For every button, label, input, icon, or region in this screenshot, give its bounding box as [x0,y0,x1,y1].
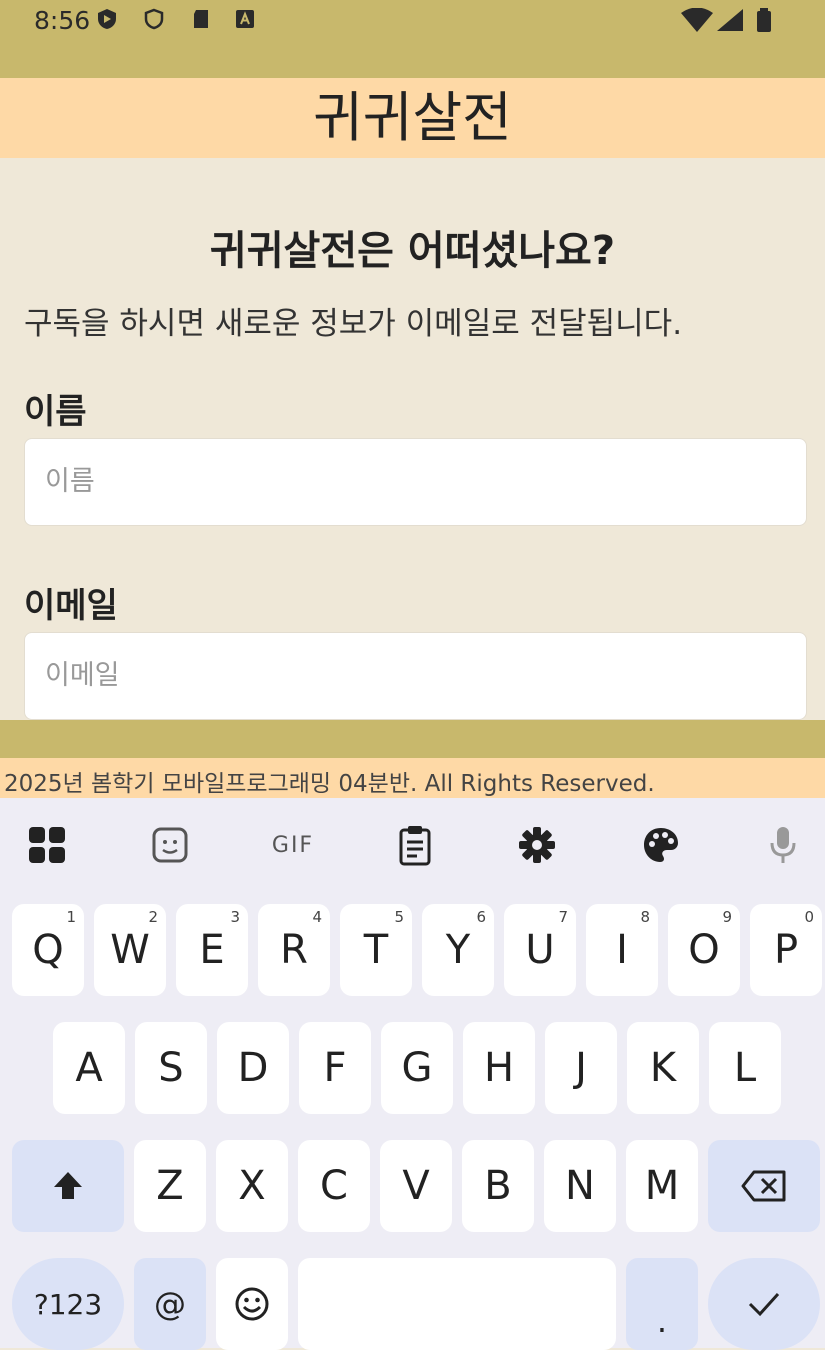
notification-a-icon [236,10,254,28]
key-label: W [110,927,150,973]
key-x[interactable]: X [216,1140,288,1232]
key-u[interactable]: U7 [504,904,576,996]
key-label: E [199,927,225,973]
space-key[interactable] [298,1258,616,1350]
key-hint-1: 1 [66,908,76,926]
key-hint-9: 9 [722,908,732,926]
key-p[interactable]: P0 [750,904,822,996]
name-input[interactable] [24,438,807,526]
sd-card-icon [194,10,208,28]
key-w[interactable]: W2 [94,904,166,996]
key-q[interactable]: Q1 [12,904,84,996]
key-hint-6: 6 [476,908,486,926]
shift-arrow-icon [54,1172,82,1199]
enter-key[interactable] [708,1258,820,1350]
key-label: T [363,927,389,973]
form-description: 구독을 하시면 새로운 정보가 이메일로 전달됩니다. [24,306,683,342]
key-label: O [688,927,720,973]
form-heading: 귀귀살전은 어떠셨나요? [209,228,616,274]
clipboard-icon[interactable] [390,820,440,870]
app-header: 귀귀살전 [0,78,825,158]
key-f[interactable]: F [299,1022,371,1114]
app-title: 귀귀살전 [313,86,512,149]
key-b[interactable]: B [462,1140,534,1232]
email-label: 이메일 [24,586,118,626]
key-d[interactable]: D [217,1022,289,1114]
key-a[interactable]: A [53,1022,125,1114]
soft-keyboard: GIF Q1W2E3R4T5Y6U7I8O9P0 ASDFGHJKL ZXCVB… [0,798,825,1350]
key-label: U [525,927,555,973]
palette-icon[interactable] [636,820,686,870]
key-z[interactable]: Z [134,1140,206,1232]
cell-signal-icon [717,9,743,31]
microphone-icon[interactable] [758,820,808,870]
key-l[interactable]: L [709,1022,781,1114]
play-protect-icon [98,9,116,29]
key-r[interactable]: R4 [258,904,330,996]
key-t[interactable]: T5 [340,904,412,996]
sticker-icon[interactable] [145,820,195,870]
shift-key[interactable] [12,1140,124,1232]
footer-band [0,720,825,758]
key-hint-3: 3 [230,908,240,926]
key-hint-2: 2 [148,908,158,926]
key-hint-5: 5 [394,908,404,926]
status-time: 8:56 [34,6,91,35]
key-label: R [280,927,308,973]
wifi-icon [681,8,713,32]
shield-icon [144,8,164,30]
status-bar: 8:56 [0,0,825,78]
key-h[interactable]: H [463,1022,535,1114]
period-key[interactable]: . [626,1258,698,1350]
backspace-icon [741,1170,786,1202]
key-e[interactable]: E3 [176,904,248,996]
key-hint-8: 8 [640,908,650,926]
footer: 2025년 봄학기 모바일프로그래밍 04분반. All Rights Rese… [0,758,825,798]
key-hint-0: 0 [804,908,814,926]
subscribe-form: 귀귀살전은 어떠셨나요? 구독을 하시면 새로운 정보가 이메일로 전달됩니다.… [0,158,825,720]
settings-gear-icon[interactable] [512,820,562,870]
gif-icon[interactable]: GIF [258,820,328,870]
emoji-key[interactable] [216,1258,288,1350]
emoji-icon [235,1287,269,1321]
key-s[interactable]: S [135,1022,207,1114]
key-label: P [773,927,799,973]
apps-grid-icon[interactable] [22,820,72,870]
key-label: I [616,927,628,973]
key-j[interactable]: J [545,1022,617,1114]
email-input[interactable] [24,632,807,720]
at-key[interactable]: @ [134,1258,206,1350]
key-o[interactable]: O9 [668,904,740,996]
checkmark-icon [748,1292,780,1317]
key-n[interactable]: N [544,1140,616,1232]
keyboard-toolbar: GIF [0,798,825,894]
key-hint-4: 4 [312,908,322,926]
key-label: Y [445,927,471,973]
key-v[interactable]: V [380,1140,452,1232]
key-k[interactable]: K [627,1022,699,1114]
key-label: Q [32,927,64,973]
name-label: 이름 [24,392,87,432]
symbols-key[interactable]: ?123 [12,1258,124,1350]
key-m[interactable]: M [626,1140,698,1232]
key-hint-7: 7 [558,908,568,926]
backspace-key[interactable] [708,1140,820,1232]
key-y[interactable]: Y6 [422,904,494,996]
key-g[interactable]: G [381,1022,453,1114]
key-c[interactable]: C [298,1140,370,1232]
footer-text: 2025년 봄학기 모바일프로그래밍 04분반. All Rights Rese… [4,771,655,797]
key-i[interactable]: I8 [586,904,658,996]
battery-icon [757,8,771,32]
